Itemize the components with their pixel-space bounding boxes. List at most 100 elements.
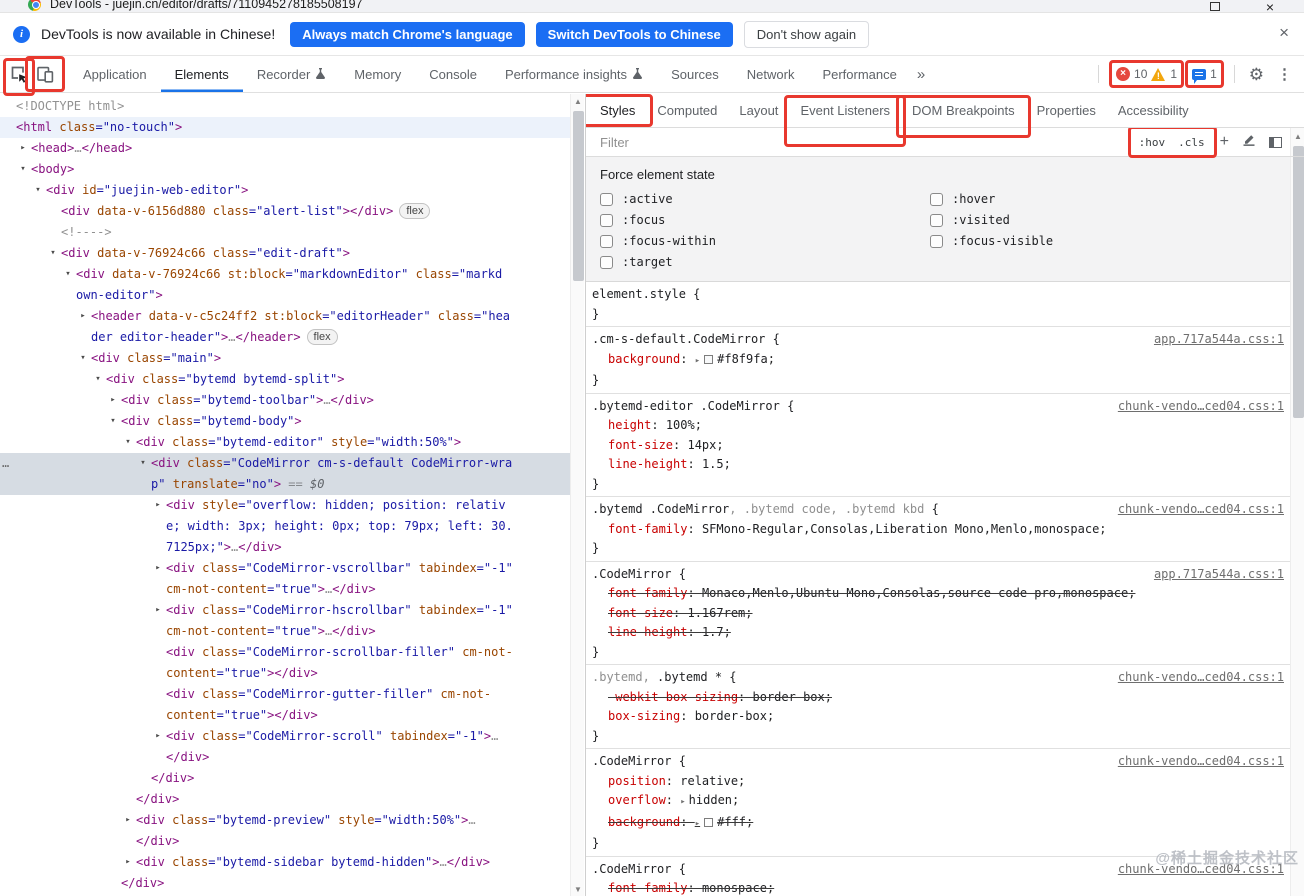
dom-tree-row[interactable]: ▸ <div class="bytemd-toolbar">…</div> xyxy=(0,390,570,411)
window-close-button[interactable]: × xyxy=(1266,0,1274,12)
dom-tree-row[interactable]: ▸ <div class="CodeMirror-hscrollbar" tabi… xyxy=(0,600,570,642)
css-selector[interactable]: .CodeMirror xyxy=(592,567,671,581)
toggle-cls-button[interactable]: .cls xyxy=(1178,136,1205,149)
inspect-element-icon[interactable] xyxy=(3,58,35,96)
css-property[interactable]: line-height: 1.5; xyxy=(592,455,1284,475)
force-state--target[interactable]: :target xyxy=(600,255,930,269)
infobar-close-icon[interactable]: × xyxy=(1279,24,1289,41)
force-state--hover[interactable]: :hover xyxy=(930,192,1296,206)
dom-tree-row[interactable]: ▾ … <div class="CodeMirror cm-s-default Co… xyxy=(0,453,570,495)
console-errors-badge[interactable]: × 10 1 xyxy=(1109,60,1185,88)
dom-tree-row[interactable]: ▾ <div class="main"> xyxy=(0,348,570,369)
scrollbar-thumb[interactable] xyxy=(1292,146,1304,418)
css-selector[interactable]: .bytemd .CodeMirror xyxy=(592,502,729,516)
expand-arrow-icon[interactable]: ▸ xyxy=(123,852,133,873)
expand-arrow-icon[interactable]: ▸ xyxy=(18,138,28,159)
dom-tree-row[interactable]: ▾ <body> xyxy=(0,159,570,180)
collapse-arrow-icon[interactable]: ▾ xyxy=(138,453,148,474)
node-menu-icon[interactable]: … xyxy=(2,453,10,474)
more-tabs-icon[interactable]: » xyxy=(911,66,931,83)
dom-tree-row[interactable]: ▸ <div style="overflow: hidden; position:… xyxy=(0,495,570,558)
stylesheet-link[interactable]: chunk-vendo…ced04.css:1 xyxy=(1118,668,1284,688)
force-state--focus[interactable]: :focus xyxy=(600,213,930,227)
css-property[interactable]: line-height: 1.7; xyxy=(592,623,1284,643)
stylesheet-link[interactable]: chunk-vendo…ced04.css:1 xyxy=(1118,752,1284,772)
new-style-rule-icon[interactable]: + xyxy=(1220,134,1229,150)
dom-tree-row[interactable]: ▸ <head>…</head> xyxy=(0,138,570,159)
tab-elements[interactable]: Elements xyxy=(161,56,243,92)
dom-tree-row[interactable]: <!----> xyxy=(0,222,570,243)
stylesheet-link[interactable]: chunk-vendo…ced04.css:1 xyxy=(1118,500,1284,520)
dont-show-again-button[interactable]: Don't show again xyxy=(743,20,870,48)
collapse-arrow-icon[interactable]: ▾ xyxy=(48,243,58,264)
expand-value-icon[interactable]: ▸ xyxy=(695,819,700,829)
tab-console[interactable]: Console xyxy=(415,56,491,92)
css-property[interactable]: box-sizing: border-box; xyxy=(592,707,1284,727)
expand-arrow-icon[interactable]: ▸ xyxy=(78,306,88,327)
dom-tree-row[interactable]: ▸ <header data-v-c5c24ff2 st:block="edito… xyxy=(0,306,570,348)
dom-tree-row[interactable]: </div> xyxy=(0,873,570,894)
tab-recorder[interactable]: Recorder xyxy=(243,56,340,92)
checkbox[interactable] xyxy=(930,192,943,206)
flex-badge[interactable]: flex xyxy=(399,203,431,219)
stylesheet-link[interactable]: chunk-vendo…ced04.css:1 xyxy=(1118,397,1284,417)
sidebar-tab-computed[interactable]: Computed xyxy=(646,94,728,127)
dom-tree-row[interactable]: <div data-v-6156d880 class="alert-list">… xyxy=(0,201,570,222)
force-state--focus-visible[interactable]: :focus-visible xyxy=(930,234,1296,248)
collapse-arrow-icon[interactable]: ▾ xyxy=(93,369,103,390)
dom-tree-row[interactable]: ▾ <div data-v-76924c66 st:block="markdown… xyxy=(0,264,570,306)
styles-scrollbar[interactable]: ▲ xyxy=(1290,128,1304,896)
tab-network[interactable]: Network xyxy=(733,56,809,92)
checkbox[interactable] xyxy=(930,213,943,227)
dom-tree-row[interactable]: <!DOCTYPE html> xyxy=(0,96,570,117)
css-property[interactable]: font-family: monospace; xyxy=(592,879,1284,896)
color-swatch[interactable] xyxy=(704,354,714,364)
expand-arrow-icon[interactable]: ▸ xyxy=(153,726,163,747)
checkbox[interactable] xyxy=(930,234,943,248)
css-selector[interactable]: element.style xyxy=(592,287,686,301)
tab-performance-insights[interactable]: Performance insights xyxy=(491,56,657,92)
dom-tree-row[interactable]: <div class="CodeMirror-scrollbar-filler"… xyxy=(0,642,570,684)
issues-badge[interactable]: 1 xyxy=(1185,60,1224,88)
tab-sources[interactable]: Sources xyxy=(657,56,733,92)
expand-arrow-icon[interactable]: ▸ xyxy=(153,558,163,579)
dom-tree-row[interactable]: ▾ <div data-v-76924c66 class="edit-draft"… xyxy=(0,243,570,264)
collapse-arrow-icon[interactable]: ▾ xyxy=(78,348,88,369)
checkbox[interactable] xyxy=(600,234,613,248)
expand-arrow-icon[interactable]: ▸ xyxy=(108,390,118,411)
sidebar-tab-accessibility[interactable]: Accessibility xyxy=(1107,94,1200,127)
scroll-down-icon[interactable]: ▼ xyxy=(571,885,585,894)
css-property[interactable]: overflow: ▸ hidden; xyxy=(592,791,1284,813)
settings-gear-icon[interactable]: ⚙ xyxy=(1249,66,1264,83)
switch-devtools-chinese-button[interactable]: Switch DevTools to Chinese xyxy=(535,21,733,47)
sidebar-tab-styles[interactable]: Styles xyxy=(586,94,654,127)
checkbox[interactable] xyxy=(600,192,613,206)
style-editor-icon[interactable] xyxy=(1242,133,1256,151)
css-selector[interactable]: .CodeMirror xyxy=(592,754,671,768)
collapse-arrow-icon[interactable]: ▾ xyxy=(123,432,133,453)
css-property[interactable]: background: ▸ #f8f9fa; xyxy=(592,350,1284,372)
dom-tree-row[interactable]: ▸ <div class="bytemd-preview" style="widt… xyxy=(0,810,570,852)
dom-tree-row[interactable]: <html class="no-touch"> xyxy=(0,117,570,138)
dom-tree-row[interactable]: ▸ <div class="bytemd-sidebar bytemd-hidde… xyxy=(0,852,570,873)
maximize-button[interactable] xyxy=(1210,2,1220,11)
css-property[interactable]: font-size: 1.167rem; xyxy=(592,604,1284,624)
scrollbar-thumb[interactable] xyxy=(572,111,584,281)
css-selector[interactable]: , .bytemd code, .bytemd kbd xyxy=(729,502,924,516)
css-selector[interactable]: .CodeMirror xyxy=(592,862,671,876)
sidebar-tab-dom-breakpoints[interactable]: DOM Breakpoints xyxy=(896,94,1031,138)
dom-tree-row[interactable]: ▾ <div class="bytemd-editor" style="width… xyxy=(0,432,570,453)
css-selector[interactable]: .bytemd-editor .CodeMirror xyxy=(592,399,780,413)
css-property[interactable]: font-family: SFMono-Regular,Consolas,Lib… xyxy=(592,520,1284,540)
collapse-arrow-icon[interactable]: ▾ xyxy=(18,159,28,180)
css-property[interactable]: position: relative; xyxy=(592,772,1284,792)
checkbox[interactable] xyxy=(600,255,613,269)
css-property[interactable]: font-size: 14px; xyxy=(592,436,1284,456)
sidebar-tab-layout[interactable]: Layout xyxy=(728,94,789,127)
force-state--visited[interactable]: :visited xyxy=(930,213,1296,227)
tab-application[interactable]: Application xyxy=(69,56,161,92)
stylesheet-link[interactable]: app.717a544a.css:1 xyxy=(1154,330,1284,350)
force-state--focus-within[interactable]: :focus-within xyxy=(600,234,930,248)
stylesheet-link[interactable]: app.717a544a.css:1 xyxy=(1154,565,1284,585)
toggle-hov-button[interactable]: :hov xyxy=(1139,136,1166,149)
